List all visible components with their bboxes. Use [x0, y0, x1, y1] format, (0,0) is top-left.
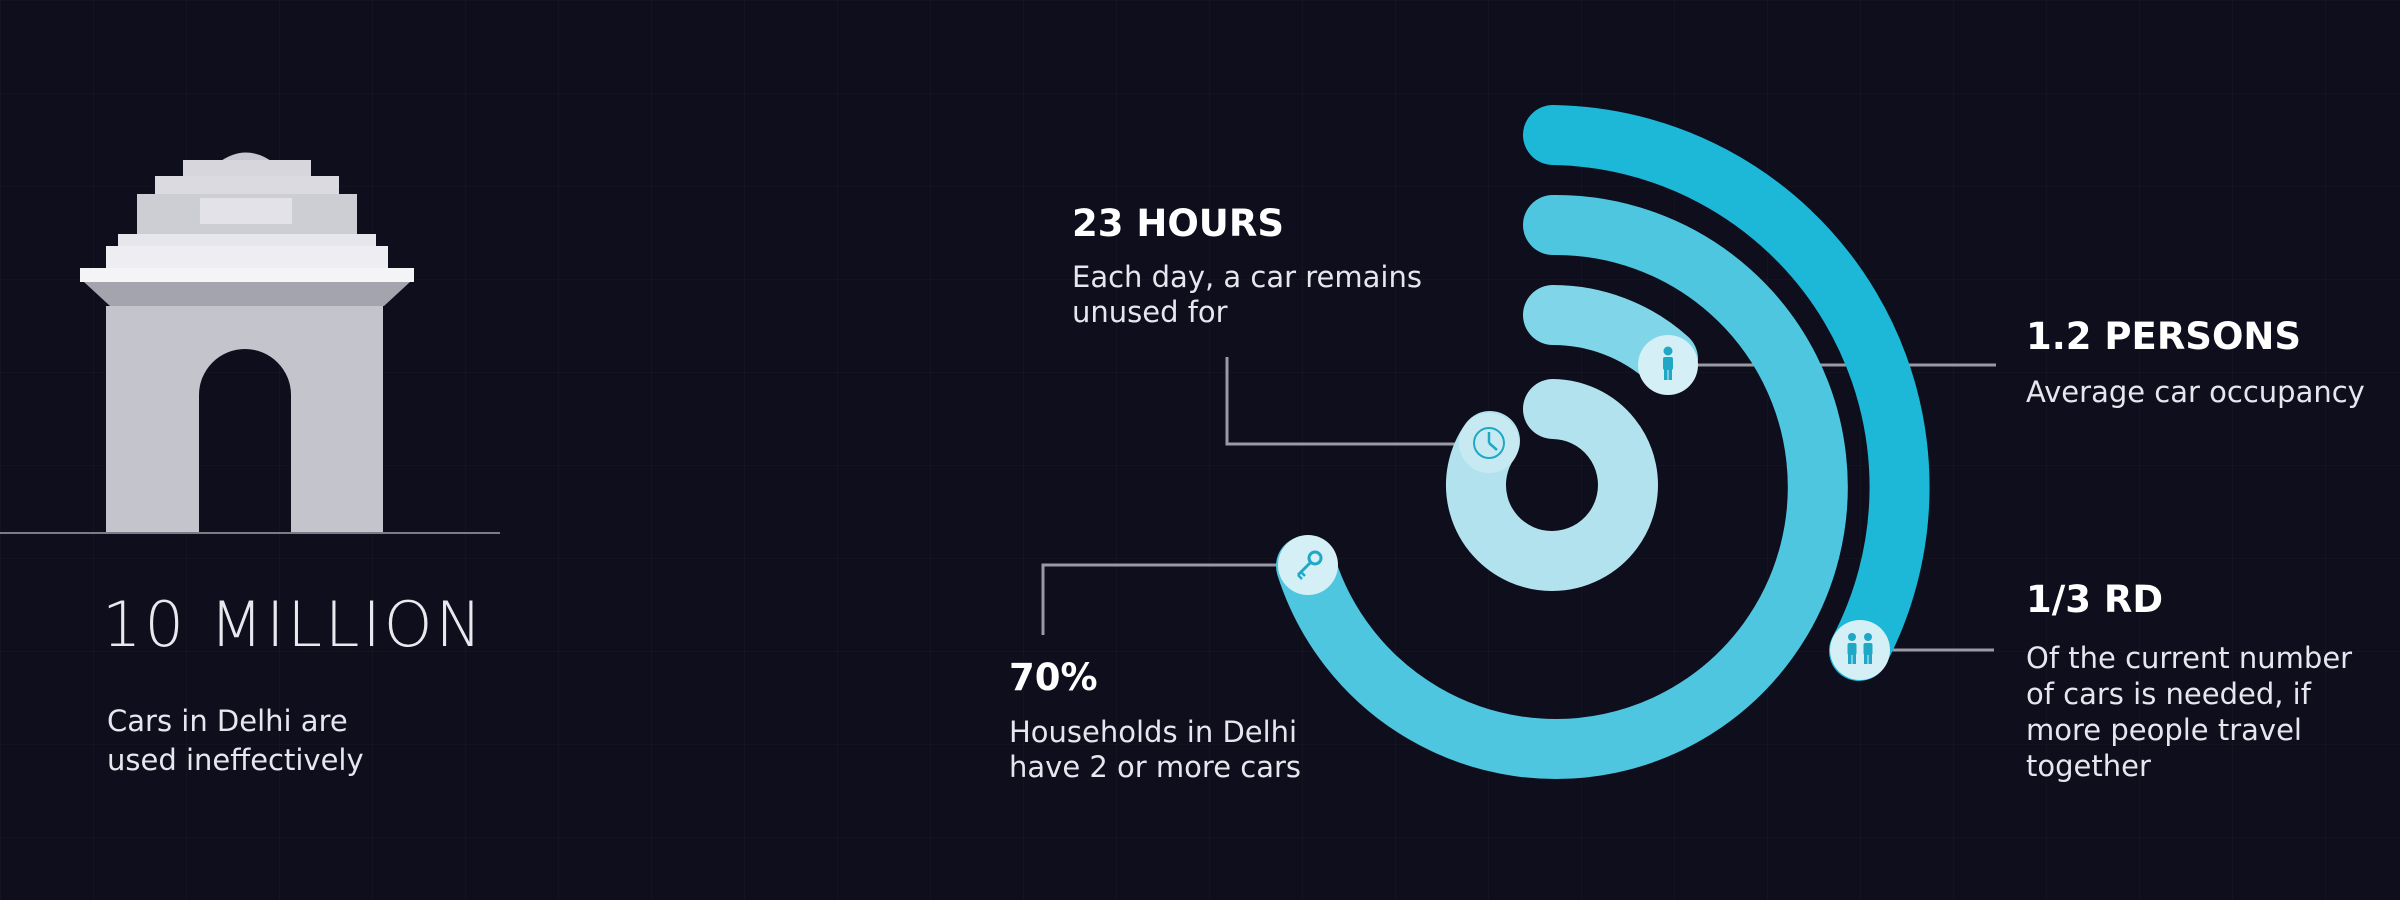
- hours-connector: [1225, 357, 1490, 446]
- rd-caption-line: of cars is needed, if: [2026, 677, 2311, 711]
- india-gate-icon: [80, 152, 414, 533]
- rd-stat-caption: Of the current number of cars is needed,…: [2026, 640, 2352, 784]
- persons-stat-title: 1.2 PERSONS: [2026, 315, 2302, 358]
- rd-caption-line: Of the current number: [2026, 641, 2353, 675]
- households-caption-line: Households in Delhi: [1009, 715, 1298, 749]
- hours-stat-title: 23 HOURS: [1072, 202, 1284, 245]
- hours-stat-caption: Each day, a car remains unused for: [1072, 260, 1422, 330]
- hours-caption-line: unused for: [1072, 295, 1228, 329]
- cars-caption-line: Cars in Delhi are: [107, 704, 348, 738]
- households-stat-caption: Households in Delhi have 2 or more cars: [1009, 715, 1301, 785]
- two-persons-icon: [1830, 620, 1890, 680]
- households-stat-title: 70%: [1009, 656, 1098, 699]
- households-caption-line: have 2 or more cars: [1009, 750, 1302, 784]
- cars-headline: 10 MILLION: [102, 588, 485, 661]
- person-icon: [1638, 335, 1698, 395]
- rd-stat-title: 1/3 RD: [2026, 578, 2164, 621]
- hours-caption-line: Each day, a car remains: [1072, 260, 1422, 294]
- households-connector: [1041, 563, 1308, 635]
- cars-caption: Cars in Delhi are used ineffectively: [107, 702, 364, 780]
- cars-caption-line: used ineffectively: [107, 743, 364, 777]
- clock-icon: [1459, 413, 1519, 473]
- rd-caption-line: together: [2026, 749, 2151, 783]
- key-icon: [1278, 535, 1338, 595]
- persons-stat-caption: Average car occupancy: [2026, 375, 2365, 409]
- rd-caption-line: more people travel: [2026, 713, 2302, 747]
